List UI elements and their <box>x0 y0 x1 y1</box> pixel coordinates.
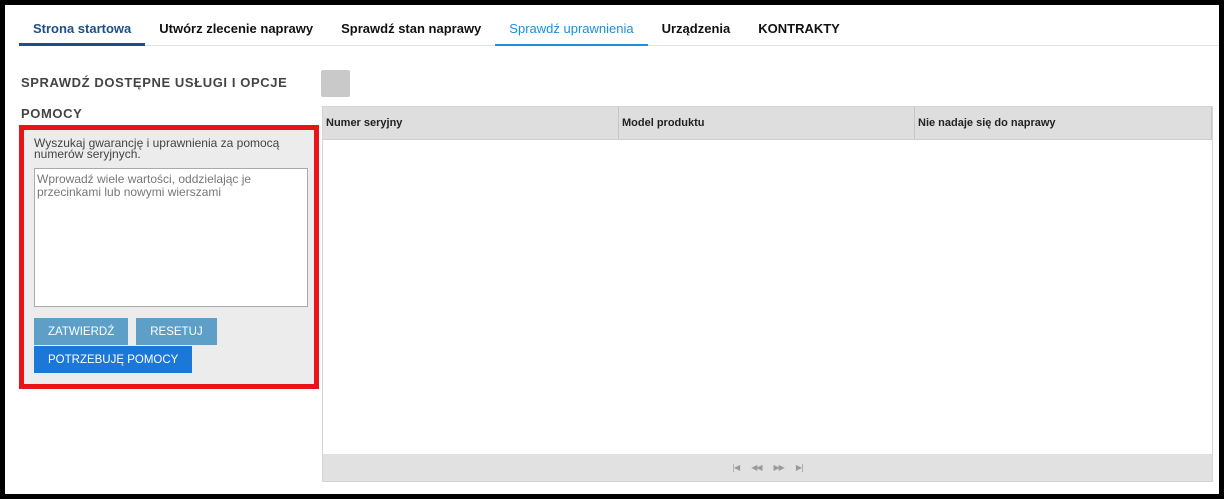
submit-button[interactable]: ZATWIERDŹ <box>34 318 129 345</box>
column-header-serial[interactable]: Numer seryjny <box>323 107 619 139</box>
column-header-unrepairable[interactable]: Nie nadaje się do naprawy <box>915 107 1212 139</box>
prev-page-icon[interactable]: ◀◀ <box>751 463 762 472</box>
tab-home[interactable]: Strona startowa <box>19 12 146 46</box>
top-navigation: Strona startowa Utwórz zlecenie naprawy … <box>19 13 1219 46</box>
tab-devices[interactable]: Urządzenia <box>648 12 745 45</box>
serial-numbers-input[interactable] <box>34 168 308 307</box>
app-frame: Strona startowa Utwórz zlecenie naprawy … <box>0 0 1224 499</box>
results-grid: Numer seryjny Model produktu Nie nadaje … <box>322 106 1213 482</box>
tab-create-repair[interactable]: Utwórz zlecenie naprawy <box>145 12 327 45</box>
grid-pager: |◀ ◀◀ ▶▶ ▶| <box>323 454 1212 481</box>
next-page-icon[interactable]: ▶▶ <box>774 463 785 472</box>
search-help-text: Wyszukaj gwarancję i uprawnienia za pomo… <box>34 136 280 161</box>
tab-repair-status[interactable]: Sprawdź stan naprawy <box>327 12 495 45</box>
serial-search-panel: Wyszukaj gwarancję i uprawnienia za pomo… <box>19 125 319 389</box>
grid-header: Numer seryjny Model produktu Nie nadaje … <box>323 107 1212 140</box>
column-header-model[interactable]: Model produktu <box>619 107 915 139</box>
tab-contracts[interactable]: KONTRAKTY <box>744 12 854 45</box>
grid-toolbar-button[interactable] <box>321 70 350 97</box>
need-help-button[interactable]: POTRZEBUJĘ POMOCY <box>34 346 193 373</box>
grid-body <box>323 140 1212 454</box>
tab-check-entitlements[interactable]: Sprawdź uprawnienia <box>495 12 648 46</box>
first-page-icon[interactable]: |◀ <box>732 463 740 472</box>
last-page-icon[interactable]: ▶| <box>796 463 804 472</box>
page-title: SPRAWDŹ DOSTĘPNE USŁUGI I OPCJE POMOCY <box>21 75 288 121</box>
reset-button[interactable]: RESETUJ <box>136 318 217 345</box>
